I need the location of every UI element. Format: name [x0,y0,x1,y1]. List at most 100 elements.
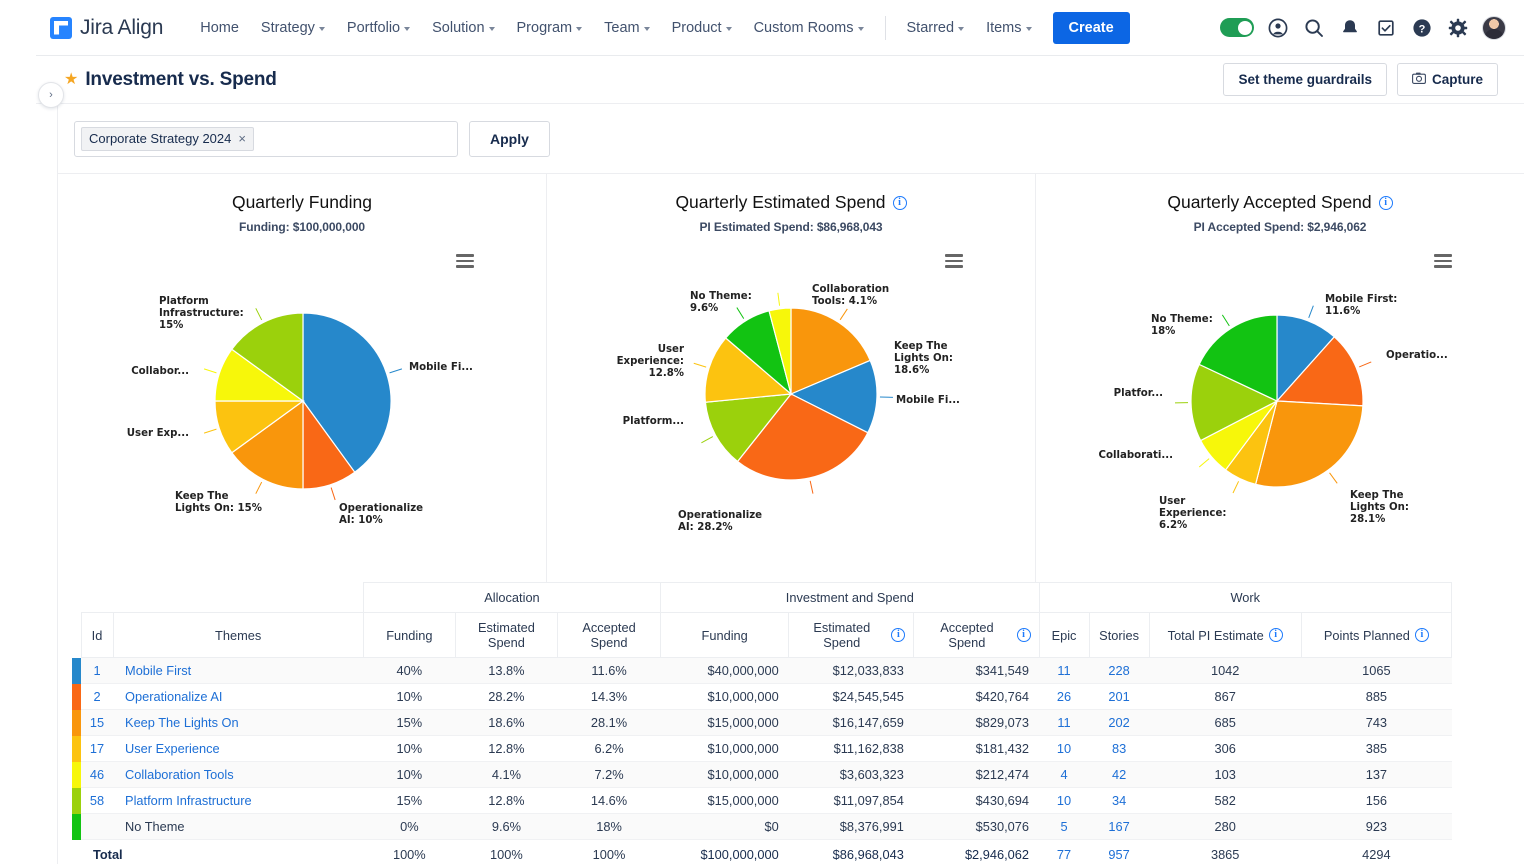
star-icon[interactable]: ★ [64,72,78,88]
pie-chart-funding: Mobile Fi...OperationalizeAI: 10%Keep Th… [58,266,546,582]
chart-title: Quarterly Accepted Spend i [1036,192,1524,213]
row-stories-count[interactable]: 42 [1089,762,1149,788]
column-header-stories[interactable]: Stories [1089,613,1149,658]
notification-bell-icon[interactable] [1338,16,1362,40]
checkbox-task-icon[interactable] [1374,16,1398,40]
row-investment-estimated-spend: $24,545,545 [789,684,914,710]
row-theme-name[interactable]: Mobile First [113,658,363,684]
row-stories-count[interactable]: 228 [1089,658,1149,684]
set-theme-guardrails-button[interactable]: Set theme guardrails [1223,63,1387,96]
row-allocation-funding: 10% [363,736,455,762]
nav-item-starred[interactable]: Starred [896,14,976,42]
close-icon[interactable]: × [238,132,246,145]
pie-slice-label: 18% [1151,326,1175,337]
column-header-investment-estimated-spend[interactable]: Estimated Spendi [789,613,914,658]
filter-chip[interactable]: Corporate Strategy 2024 × [81,127,254,151]
nav-label: Home [200,20,239,36]
row-allocation-funding: 40% [363,658,455,684]
pie-label-connector [701,437,712,443]
search-icon[interactable] [1302,16,1326,40]
row-theme-name[interactable]: Operationalize AI [113,684,363,710]
total-stories[interactable]: 957 [1089,840,1149,864]
gear-icon[interactable] [1446,16,1470,40]
column-header-epic[interactable]: Epic [1039,613,1089,658]
nav-item-custom-rooms[interactable]: Custom Rooms [743,14,875,42]
mode-toggle-switch[interactable] [1220,18,1254,37]
row-stories-count[interactable]: 83 [1089,736,1149,762]
chevron-down-icon [958,27,964,31]
row-stories-count[interactable]: 167 [1089,814,1149,840]
row-theme-name: No Theme [113,814,363,840]
nav-item-home[interactable]: Home [189,14,250,42]
row-id: 46 [81,762,113,788]
nav-item-strategy[interactable]: Strategy [250,14,336,42]
row-theme-name[interactable]: Platform Infrastructure [113,788,363,814]
chevron-down-icon [858,27,864,31]
row-theme-name[interactable]: User Experience [113,736,363,762]
row-stories-count[interactable]: 34 [1089,788,1149,814]
row-epic-count[interactable]: 10 [1039,788,1089,814]
column-header-points-planned[interactable]: Points Plannedi [1301,613,1451,658]
row-epic-count[interactable]: 11 [1039,658,1089,684]
column-header-id[interactable]: Id [81,613,113,658]
row-investment-funding: $40,000,000 [661,658,789,684]
row-allocation-funding: 15% [363,788,455,814]
total-investment-estimated-spend: $86,968,043 [789,840,914,864]
info-icon[interactable]: i [891,628,905,642]
row-epic-count[interactable]: 5 [1039,814,1089,840]
column-header-allocation-funding[interactable]: Funding [363,613,455,658]
avatar[interactable] [1482,16,1506,40]
pie-label-connector [1359,362,1371,367]
pie-slice-label: 11.6% [1325,306,1360,317]
nav-label: Strategy [261,20,315,36]
nav-item-items[interactable]: Items [975,14,1042,42]
help-icon[interactable]: ? [1410,16,1434,40]
row-investment-accepted-spend: $430,694 [914,788,1039,814]
row-id [81,814,113,840]
group-header-work: Work [1039,583,1452,613]
apply-button[interactable]: Apply [469,121,550,157]
column-header-themes[interactable]: Themes [113,613,363,658]
user-circle-icon[interactable] [1266,16,1290,40]
pie-slice-label: Lights On: [1350,502,1409,513]
row-epic-count[interactable]: 11 [1039,710,1089,736]
info-icon[interactable]: i [1269,628,1283,642]
row-epic-count[interactable]: 10 [1039,736,1089,762]
info-icon[interactable]: i [1379,196,1393,210]
total-allocation-estimated-spend: 100% [455,840,557,864]
total-allocation-accepted-spend: 100% [557,840,660,864]
column-header-total-pi-estimate[interactable]: Total PI Estimatei [1149,613,1301,658]
row-stories-count[interactable]: 202 [1089,710,1149,736]
column-header-allocation-accepted-spend[interactable]: Accepted Spend [557,613,660,658]
row-stories-count[interactable]: 201 [1089,684,1149,710]
brand-logo[interactable]: Jira Align [50,16,163,40]
info-icon[interactable]: i [893,196,907,210]
column-header-investment-funding[interactable]: Funding [661,613,789,658]
nav-item-portfolio[interactable]: Portfolio [336,14,421,42]
total-epic[interactable]: 77 [1039,840,1089,864]
sidebar-expand-button[interactable]: › [38,82,64,108]
row-theme-name[interactable]: Collaboration Tools [113,762,363,788]
row-total-pi-estimate: 280 [1149,814,1301,840]
info-icon[interactable]: i [1415,628,1429,642]
total-label: Total [81,840,363,864]
nav-item-team[interactable]: Team [593,14,660,42]
info-icon[interactable]: i [1017,628,1031,642]
total-allocation-funding: 100% [363,840,455,864]
nav-item-program[interactable]: Program [506,14,594,42]
row-theme-name[interactable]: Keep The Lights On [113,710,363,736]
row-allocation-funding: 15% [363,710,455,736]
create-button[interactable]: Create [1053,12,1130,44]
strategy-filter-input[interactable]: Corporate Strategy 2024 × [74,121,458,157]
pie-slice-label: Infrastructure: [159,308,244,319]
capture-button[interactable]: Capture [1397,63,1498,96]
footer-swatch [72,840,81,864]
column-header-allocation-estimated-spend[interactable]: Estimated Spend [455,613,557,658]
pie-slice-label: Platform... [623,416,684,427]
nav-item-solution[interactable]: Solution [421,14,505,42]
row-epic-count[interactable]: 26 [1039,684,1089,710]
pie-label-connector [694,363,706,367]
nav-item-product[interactable]: Product [661,14,743,42]
column-header-investment-accepted-spend[interactable]: Accepted Spendi [914,613,1039,658]
row-epic-count[interactable]: 4 [1039,762,1089,788]
